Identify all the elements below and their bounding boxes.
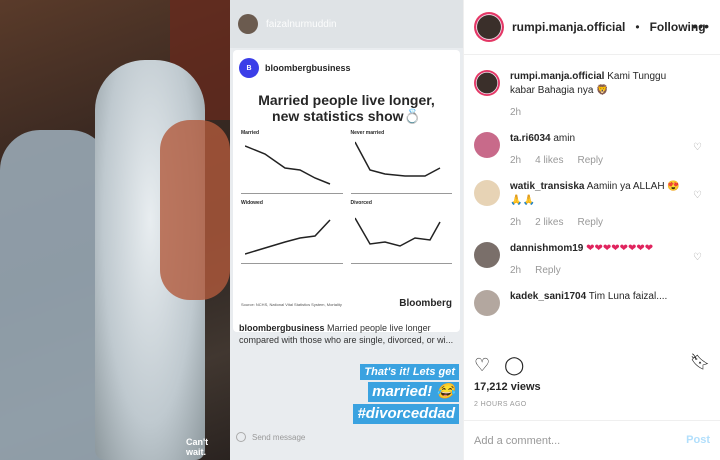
story-header: faizalnurmuddin (230, 0, 463, 48)
reply-button[interactable]: Reply (577, 154, 603, 168)
bloomberg-username: bloombergbusiness (265, 63, 351, 73)
infographic-title: Married people live longer, new statisti… (258, 92, 435, 124)
photo-caption: Can't wait. (186, 437, 209, 457)
avatar[interactable] (474, 242, 500, 268)
comment-username[interactable]: rumpi.manja.official (510, 71, 604, 82)
comment-item: kadek_sani1704 Tim Luna faizal.... (474, 290, 710, 316)
chart-married: Married (241, 130, 343, 194)
bloomberg-logo: B (239, 58, 259, 78)
comment-time[interactable]: 2h (510, 154, 521, 168)
comment-time[interactable]: 2h (510, 216, 521, 230)
reply-button[interactable]: Reply (577, 216, 603, 230)
bloomberg-post-card: B bloombergbusiness Married people live … (233, 50, 460, 332)
story-avatar (238, 14, 258, 34)
view-count[interactable]: 17,212 views (474, 381, 541, 393)
comment-time[interactable]: 2h (510, 106, 521, 120)
comment-bubble-icon[interactable]: ◯ (504, 355, 524, 376)
comment-likes[interactable]: 2 likes (535, 216, 563, 230)
instagram-post-modal: Can't wait. faizalnurmuddin B bloombergb… (0, 0, 720, 460)
chart-never-married: Never married (350, 130, 452, 194)
comment-item: ta.ri6034 amin 2h 4 likes Reply ♡ (474, 132, 710, 168)
comment-likes[interactable]: 4 likes (535, 154, 563, 168)
like-heart-icon[interactable]: ♡ (474, 355, 490, 376)
caption-item: rumpi.manja.official Kami Tunggu kabar B… (474, 70, 710, 120)
story-text-sticker: That's it! Lets get married! 😂 #divorced… (353, 364, 459, 424)
comment-input[interactable] (474, 434, 674, 447)
heart-icon[interactable]: ♡ (693, 252, 702, 263)
bloomberg-wordmark: Bloomberg (399, 298, 452, 309)
avatar[interactable] (474, 180, 500, 206)
post-button[interactable]: Post (686, 434, 710, 446)
comment-text: ❤❤❤❤❤❤❤❤ (586, 243, 654, 254)
chart-widowed: Widowed (241, 200, 343, 264)
bloomberg-caption: bloombergbusiness Married people live lo… (239, 323, 454, 345)
comment-username[interactable]: watik_transiska (510, 181, 585, 192)
comment-username[interactable]: dannishmom19 (510, 243, 583, 254)
post-timestamp: 2 HOURS AGO (474, 401, 527, 408)
post-header: rumpi.manja.official • Following (464, 0, 720, 55)
avatar[interactable] (474, 132, 500, 158)
comment-username[interactable]: ta.ri6034 (510, 133, 551, 144)
comment-item: watik_transiska Aamiin ya ALLAH 😍🙏🙏 2h 2… (474, 180, 710, 230)
comment-text: Tim Luna faizal.... (588, 291, 668, 302)
comment-item: dannishmom19 ❤❤❤❤❤❤❤❤ 2h Reply ♡ (474, 242, 710, 278)
story-screenshot: faizalnurmuddin B bloombergbusiness Marr… (230, 0, 463, 460)
story-reply-bar: Send message (230, 425, 463, 449)
separator-dot: • (635, 20, 640, 34)
header-username[interactable]: rumpi.manja.official (512, 20, 625, 34)
add-comment-bar (464, 420, 720, 460)
infographic-source: Source: NCHS, National Vital Statistics … (241, 302, 342, 307)
comment-username[interactable]: kadek_sani1704 (510, 291, 586, 302)
more-icon[interactable]: ••• (692, 18, 710, 34)
infographic-charts: Married Never married Widowed Divorced (233, 124, 460, 264)
post-sidebar: rumpi.manja.official • Following ••• rum… (463, 0, 720, 460)
comment-list[interactable]: rumpi.manja.official Kami Tunggu kabar B… (464, 62, 720, 344)
avatar[interactable] (474, 290, 500, 316)
bookmark-icon[interactable]: 🔖︎ (690, 352, 710, 372)
wedding-photo: Can't wait. (0, 0, 230, 460)
heart-icon[interactable]: ♡ (693, 190, 702, 201)
reply-button[interactable]: Reply (535, 264, 561, 278)
camera-icon (236, 432, 246, 442)
comment-text: amin (553, 133, 576, 144)
post-actions: ♡ ◯ (464, 350, 720, 380)
heart-icon[interactable]: ♡ (693, 142, 702, 153)
story-username: faizalnurmuddin (266, 18, 337, 30)
comment-time[interactable]: 2h (510, 264, 521, 278)
chart-divorced: Divorced (350, 200, 452, 264)
post-media[interactable]: Can't wait. faizalnurmuddin B bloombergb… (0, 0, 463, 460)
avatar[interactable] (474, 12, 504, 42)
avatar[interactable] (474, 70, 500, 96)
